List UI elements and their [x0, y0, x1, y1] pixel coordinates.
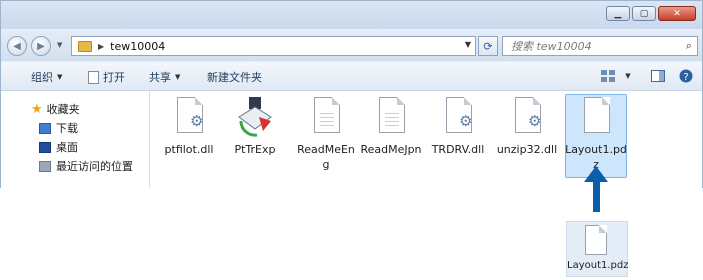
document-icon	[88, 70, 99, 84]
history-dropdown-icon[interactable]: ▼	[57, 41, 65, 49]
dll-file-icon: ⚙	[438, 95, 478, 139]
navigation-pane: ★ 收藏夹 下载 桌面 最近访问的位置	[1, 91, 150, 188]
share-label: 共享	[149, 71, 171, 84]
recent-places-icon	[39, 160, 51, 172]
share-menu[interactable]: 共享 ▼	[149, 69, 180, 85]
open-label: 打开	[103, 71, 125, 84]
file-item[interactable]: PtTrExp	[223, 95, 287, 157]
address-dropdown-icon[interactable]: ▼	[465, 40, 471, 49]
open-button[interactable]: 打开	[88, 69, 125, 85]
arrow-shaft	[593, 178, 600, 212]
folder-icon	[78, 40, 92, 52]
svg-text:?: ?	[683, 72, 688, 83]
chevron-down-icon: ▼	[175, 73, 181, 81]
file-name: ReadMeJpn	[360, 143, 422, 156]
file-item[interactable]: ⚙ TRDRV.dll	[426, 95, 490, 157]
sidebar-item-label: 最近访问的位置	[56, 160, 133, 173]
search-icon[interactable]: ⌕	[686, 39, 692, 53]
file-item[interactable]: ⚙ ptfilot.dll	[157, 95, 221, 157]
sidebar-item-label: 收藏夹	[46, 103, 80, 116]
address-bar[interactable]: ▶ tew10004 ▼	[71, 36, 476, 56]
help-icon: ?	[679, 69, 693, 83]
chevron-down-icon: ▼	[57, 73, 63, 81]
maximize-button[interactable]: ▢	[632, 6, 656, 21]
sidebar-item-label: 下载	[56, 122, 78, 135]
address-row: ◀ ▶ ▼ ▶ tew10004 ▼ ⟳ 搜索 tew10004 ⌕	[1, 31, 702, 61]
blank-file-icon	[576, 95, 616, 139]
breadcrumb-separator-icon[interactable]: ▶	[98, 42, 104, 51]
file-name: ptfilot.dll	[164, 143, 214, 156]
dll-file-icon: ⚙	[169, 95, 209, 139]
view-options-button[interactable]	[599, 68, 617, 84]
search-placeholder: 搜索 tew10004	[511, 40, 592, 53]
sidebar-item-recent-places[interactable]: 最近访问的位置	[39, 158, 133, 174]
file-item-selected[interactable]: Layout1.pdz	[564, 95, 628, 172]
refresh-icon: ⟳	[483, 39, 493, 53]
forward-arrow-icon: ▶	[37, 40, 45, 52]
sidebar-item-desktop[interactable]: 桌面	[39, 139, 78, 155]
file-item[interactable]: ⚙ unzip32.dll	[495, 95, 559, 157]
preview-pane-button[interactable]	[649, 68, 667, 84]
file-name: PtTrExp	[234, 143, 276, 156]
callout-file-name: Layout1.pdz	[567, 260, 629, 271]
sidebar-item-label: 桌面	[56, 141, 78, 154]
text-file-icon	[371, 95, 411, 139]
new-folder-label: 新建文件夹	[207, 71, 262, 84]
explorer-window: ▁ ▢ ✕ ◀ ▶ ▼ ▶ tew10004 ▼ ⟳ 搜索 tew10004 ⌕…	[0, 0, 703, 188]
view-grid-icon	[601, 70, 615, 82]
back-button[interactable]: ◀	[7, 36, 27, 56]
title-bar: ▁ ▢ ✕	[1, 1, 702, 29]
sidebar-item-favorites[interactable]: ★ 收藏夹	[31, 101, 80, 117]
dll-file-icon: ⚙	[507, 95, 547, 139]
star-icon: ★	[31, 101, 43, 117]
minimize-button[interactable]: ▁	[606, 6, 630, 21]
view-dropdown[interactable]: ▼	[619, 68, 637, 84]
forward-button[interactable]: ▶	[31, 36, 51, 56]
blank-file-icon	[585, 225, 607, 255]
new-folder-button[interactable]: 新建文件夹	[207, 69, 262, 85]
preview-pane-icon	[651, 70, 665, 82]
desktop-icon	[39, 141, 51, 153]
file-name: ReadMeEng	[297, 143, 355, 171]
text-file-icon	[306, 95, 346, 139]
organize-menu[interactable]: 组织 ▼	[31, 69, 62, 85]
window-controls: ▁ ▢ ✕	[604, 6, 696, 21]
callout-file-item: Layout1.pdz	[566, 221, 628, 277]
file-name: unzip32.dll	[496, 143, 558, 156]
search-input[interactable]: 搜索 tew10004 ⌕	[502, 36, 698, 56]
back-arrow-icon: ◀	[13, 40, 21, 52]
help-button[interactable]: ?	[677, 68, 695, 84]
download-folder-icon	[39, 122, 51, 134]
breadcrumb-folder[interactable]: tew10004	[110, 40, 165, 53]
file-name: TRDRV.dll	[431, 143, 485, 156]
refresh-button[interactable]: ⟳	[478, 36, 498, 56]
chevron-down-icon: ▼	[625, 72, 631, 80]
command-bar: 组织 ▼ 打开 共享 ▼ 新建文件夹 ▼ ?	[1, 62, 702, 91]
exe-printer-icon	[235, 95, 275, 139]
organize-label: 组织	[31, 71, 53, 84]
file-item[interactable]: ReadMeJpn	[359, 95, 423, 157]
file-item[interactable]: ReadMeEng	[294, 95, 358, 172]
close-button[interactable]: ✕	[658, 6, 696, 21]
sidebar-item-downloads[interactable]: 下载	[39, 120, 78, 136]
